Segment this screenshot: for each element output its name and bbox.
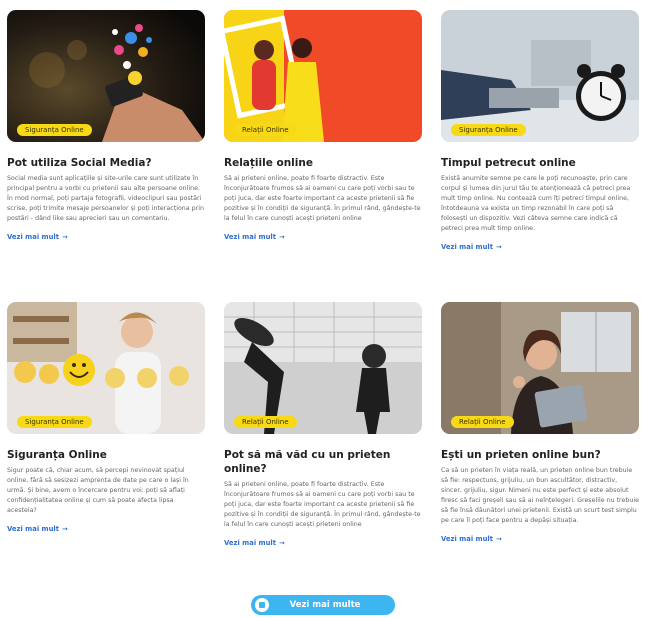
read-more-label: Vezi mai mult <box>7 233 60 241</box>
article-excerpt: Sigur poate că, chiar acum, să percepi n… <box>7 467 189 514</box>
article-image-safety[interactable]: Siguranța Online <box>7 302 205 434</box>
article-excerpt: Să ai prieteni online, poate fi foarte d… <box>224 481 421 528</box>
category-badge[interactable]: Relații Online <box>234 124 297 136</box>
phone-social-image <box>7 10 205 142</box>
article-image-meet-friend[interactable]: Relații Online <box>224 302 422 434</box>
article-image-relations[interactable]: Relații Online <box>224 10 422 142</box>
read-more-label: Vezi mai mult <box>7 525 60 533</box>
category-badge[interactable]: Relații Online <box>451 416 514 428</box>
emoji-child-image <box>7 302 205 434</box>
article-excerpt: Social media sunt aplicațiile și site-ur… <box>7 175 204 222</box>
article-card[interactable]: Siguranța Online Siguranța Online Sigur … <box>7 302 205 535</box>
read-more-link[interactable]: Vezi mai mult → <box>224 539 285 547</box>
article-card[interactable]: Relații Online Pot să mă văd cu un priet… <box>224 302 422 549</box>
read-more-label: Vezi mai mult <box>441 243 494 251</box>
article-title[interactable]: Pot utiliza Social Media? <box>7 156 205 170</box>
read-more-link[interactable]: Vezi mai mult → <box>224 233 285 241</box>
shadows-image <box>224 302 422 434</box>
article-card[interactable]: Siguranța Online Timpul petrecut online … <box>441 10 639 253</box>
read-more-label: Vezi mai mult <box>224 233 277 241</box>
load-more-icon <box>255 598 269 612</box>
article-image-social-media[interactable]: Siguranța Online <box>7 10 205 142</box>
article-image-screen-time[interactable]: Siguranța Online <box>441 10 639 142</box>
article-card[interactable]: Relații Online Ești un prieten online bu… <box>441 302 639 545</box>
arrow-right-icon: → <box>62 233 68 241</box>
read-more-link[interactable]: Vezi mai mult → <box>441 535 502 543</box>
article-title[interactable]: Ești un prieten online bun? <box>441 448 639 462</box>
read-more-label: Vezi mai mult <box>224 539 277 547</box>
category-badge[interactable]: Siguranța Online <box>451 124 526 136</box>
article-card[interactable]: Relații Online Relațiile online Să ai pr… <box>224 10 422 243</box>
arrow-right-icon: → <box>279 539 285 547</box>
article-title[interactable]: Siguranța Online <box>7 448 205 462</box>
laptop-clock-image <box>441 10 639 142</box>
read-more-link[interactable]: Vezi mai mult → <box>7 233 68 241</box>
read-more-link[interactable]: Vezi mai mult → <box>7 525 68 533</box>
category-badge[interactable]: Siguranța Online <box>17 124 92 136</box>
read-more-label: Vezi mai mult <box>441 535 494 543</box>
girl-tablet-image <box>441 302 639 434</box>
friends-frame-image <box>224 10 422 142</box>
load-more-button[interactable]: Vezi mai multe <box>251 595 395 615</box>
article-excerpt: Să ai prieteni online, poate fi foarte d… <box>224 175 421 222</box>
category-badge[interactable]: Siguranța Online <box>17 416 92 428</box>
article-title[interactable]: Timpul petrecut online <box>441 156 639 170</box>
arrow-right-icon: → <box>496 535 502 543</box>
article-excerpt: Ca să un prieten în viața reală, un prie… <box>441 467 639 524</box>
category-badge[interactable]: Relații Online <box>234 416 297 428</box>
read-more-link[interactable]: Vezi mai mult → <box>441 243 502 251</box>
load-more-label: Vezi mai multe <box>289 600 361 610</box>
articles-grid: Siguranța Online Pot utiliza Social Medi… <box>0 0 645 618</box>
article-title[interactable]: Pot să mă văd cu un prieten online? <box>224 448 422 476</box>
article-excerpt: Există anumite semne pe care le poți rec… <box>441 175 631 232</box>
article-title[interactable]: Relațiile online <box>224 156 422 170</box>
arrow-right-icon: → <box>279 233 285 241</box>
arrow-right-icon: → <box>62 525 68 533</box>
arrow-right-icon: → <box>496 243 502 251</box>
article-card[interactable]: Siguranța Online Pot utiliza Social Medi… <box>7 10 205 243</box>
article-image-good-friend[interactable]: Relații Online <box>441 302 639 434</box>
